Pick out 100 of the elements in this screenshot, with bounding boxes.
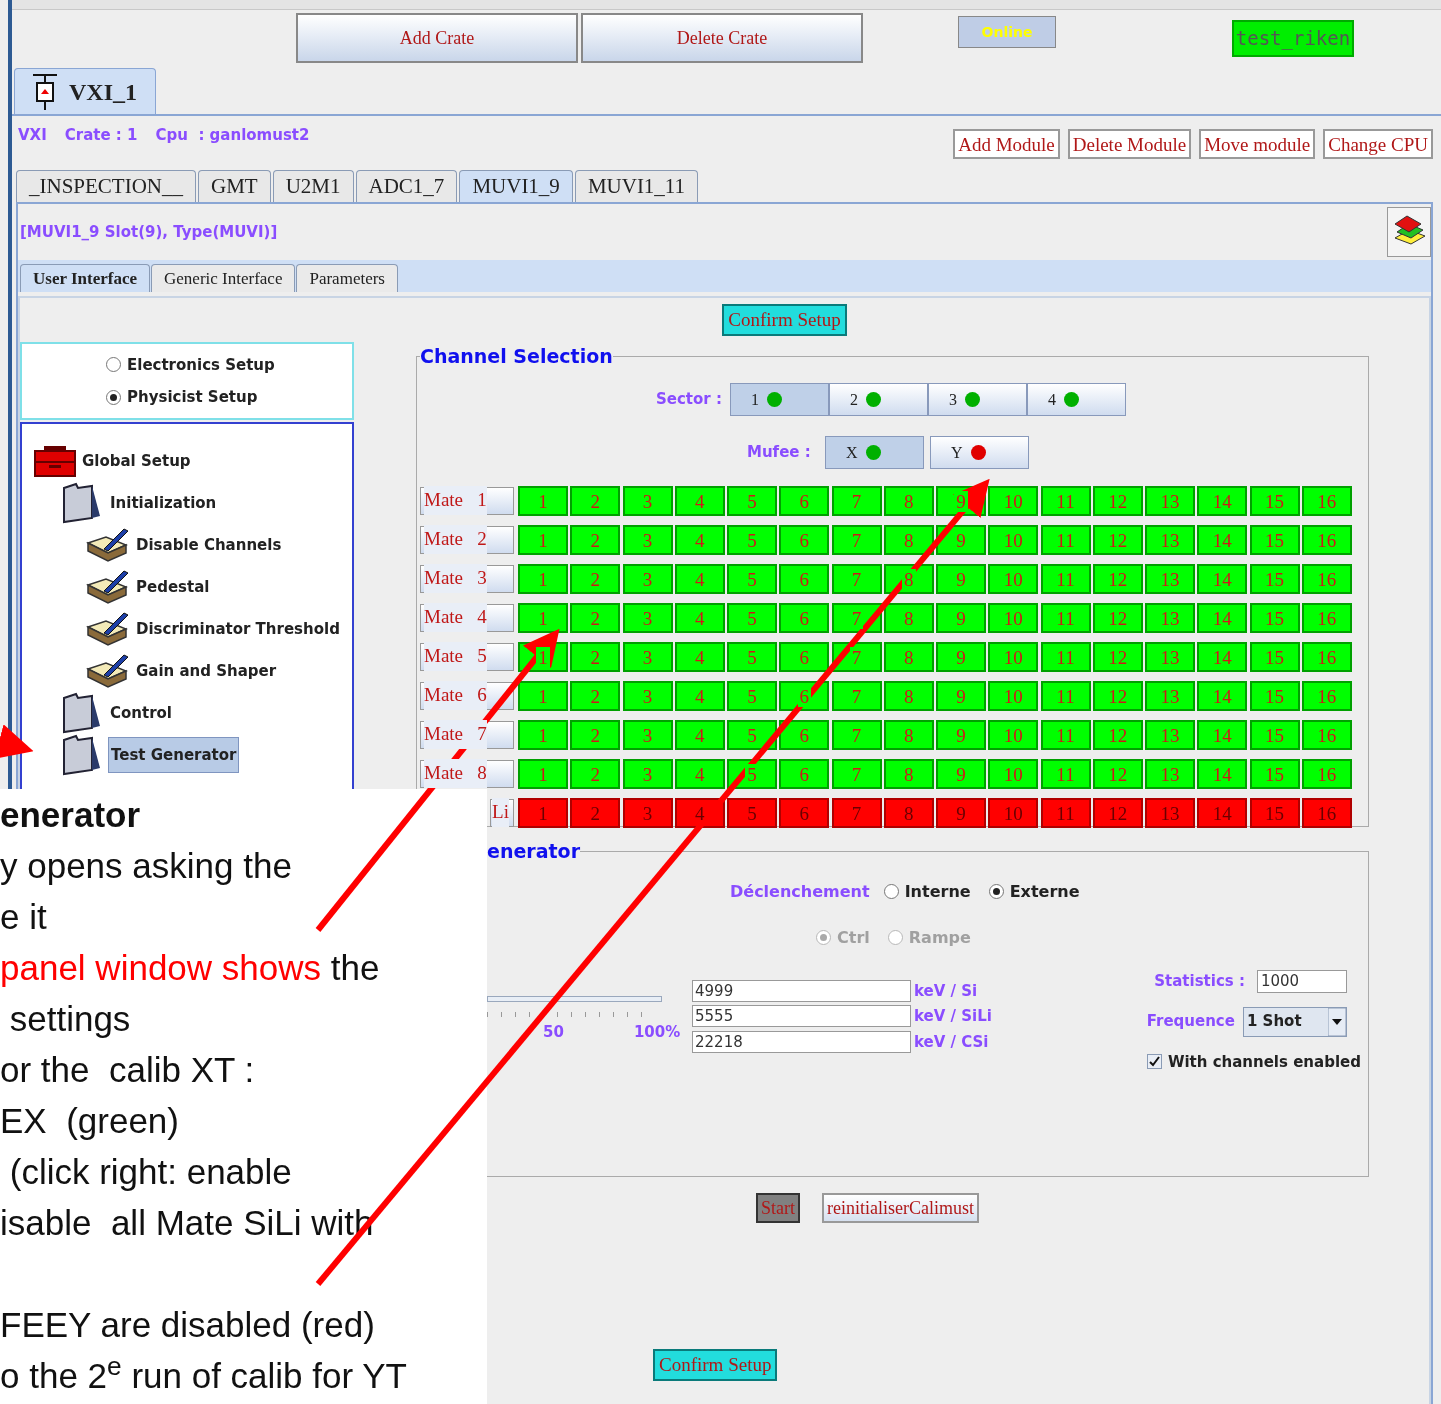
channel-toggle[interactable]: 15 [1249, 797, 1300, 828]
channel-toggle[interactable]: 13 [1145, 602, 1195, 633]
channel-toggle[interactable]: 13 [1145, 563, 1195, 594]
channel-toggle[interactable]: 16 [1301, 602, 1352, 633]
channel-toggle[interactable]: 4 [674, 602, 725, 633]
channel-toggle[interactable]: 1 [518, 758, 568, 789]
channel-toggle[interactable]: 3 [622, 641, 673, 672]
channel-toggle[interactable]: 8 [883, 524, 934, 555]
channel-toggle[interactable]: 4 [674, 563, 725, 594]
channel-toggle[interactable]: 10 [988, 680, 1039, 711]
channel-toggle[interactable]: 4 [674, 680, 725, 711]
mate-row-button[interactable]: Mate 5 [420, 642, 514, 671]
mate-row-button[interactable]: Li [490, 798, 514, 827]
channel-toggle[interactable]: 12 [1092, 563, 1143, 594]
channel-toggle[interactable]: 6 [779, 641, 830, 672]
channel-toggle[interactable]: 7 [831, 758, 882, 789]
channel-toggle[interactable]: 9 [936, 719, 986, 750]
channel-toggle[interactable]: 14 [1197, 680, 1248, 711]
channel-toggle[interactable]: 9 [936, 758, 986, 789]
channel-toggle[interactable]: 3 [622, 758, 673, 789]
channel-toggle[interactable]: 13 [1145, 758, 1195, 789]
mufee-button[interactable]: X [825, 436, 924, 469]
channel-toggle[interactable]: 2 [570, 524, 621, 555]
module-tab[interactable]: GMT [198, 170, 271, 202]
channel-toggle[interactable]: 6 [779, 758, 830, 789]
channel-toggle[interactable]: 12 [1092, 680, 1143, 711]
channel-toggle[interactable]: 9 [936, 797, 986, 828]
tree-item[interactable]: Discriminator Threshold [134, 611, 342, 647]
channel-toggle[interactable]: 12 [1092, 524, 1143, 555]
channel-toggle[interactable]: 2 [570, 797, 621, 828]
channel-toggle[interactable]: 3 [622, 719, 673, 750]
channel-toggle[interactable]: 3 [622, 485, 673, 516]
mate-row-button[interactable]: Mate 8 [420, 759, 514, 788]
channel-toggle[interactable]: 1 [518, 563, 568, 594]
channel-toggle[interactable]: 9 [936, 524, 986, 555]
channel-toggle[interactable]: 6 [779, 680, 830, 711]
channel-toggle[interactable]: 4 [674, 485, 725, 516]
mate-row-button[interactable]: Mate 6 [420, 681, 514, 710]
view-tab[interactable]: Parameters [296, 264, 398, 292]
tree-item[interactable]: Disable Channels [134, 527, 284, 563]
mate-row-button[interactable]: Mate 1 [420, 486, 514, 515]
channel-toggle[interactable]: 13 [1145, 485, 1195, 516]
energy-field[interactable]: 4999 [692, 979, 911, 1002]
channel-toggle[interactable]: 10 [988, 641, 1039, 672]
module-tab[interactable]: ADC1_7 [355, 170, 458, 202]
channel-toggle[interactable]: 11 [1040, 680, 1091, 711]
crate-tab[interactable]: VXI_1 [14, 68, 156, 114]
channel-toggle[interactable]: 14 [1197, 563, 1248, 594]
channel-toggle[interactable]: 14 [1197, 602, 1248, 633]
channel-toggle[interactable]: 2 [570, 680, 621, 711]
radio-button[interactable] [988, 884, 1004, 899]
channel-toggle[interactable]: 12 [1092, 719, 1143, 750]
add-crate-button[interactable]: Add Crate [296, 13, 578, 63]
radio-button[interactable] [106, 357, 121, 373]
channel-toggle[interactable]: 5 [727, 524, 777, 555]
statistics-field[interactable]: 1000 [1256, 969, 1347, 993]
channel-toggle[interactable]: 6 [779, 524, 830, 555]
channel-toggle[interactable]: 12 [1092, 602, 1143, 633]
channel-toggle[interactable]: 16 [1301, 797, 1352, 828]
view-tab[interactable]: User Interface [20, 264, 150, 292]
channel-toggle[interactable]: 9 [936, 563, 986, 594]
channel-toggle[interactable]: 16 [1301, 485, 1352, 516]
channel-toggle[interactable]: 4 [674, 641, 725, 672]
confirm-setup-button[interactable]: Confirm Setup [722, 304, 847, 336]
channel-toggle[interactable]: 12 [1092, 485, 1143, 516]
mate-row-button[interactable]: Mate 7 [420, 720, 514, 749]
channel-toggle[interactable]: 7 [831, 719, 882, 750]
channel-toggle[interactable]: 10 [988, 719, 1039, 750]
channel-toggle[interactable]: 11 [1040, 524, 1091, 555]
channel-toggle[interactable]: 8 [883, 563, 934, 594]
module-tab[interactable]: MUVI1_11 [574, 170, 699, 202]
sector-button[interactable]: 1 [730, 383, 829, 416]
tree-item[interactable]: Pedestal [134, 569, 212, 605]
module-tab[interactable]: MUVI1_9 [459, 170, 573, 202]
sector-button[interactable]: 2 [829, 383, 928, 416]
channel-toggle[interactable]: 11 [1040, 641, 1091, 672]
channel-toggle[interactable]: 10 [988, 485, 1039, 516]
sector-button[interactable]: 4 [1027, 383, 1126, 416]
module-tab[interactable]: U2M1 [272, 170, 354, 202]
channel-toggle[interactable]: 11 [1040, 485, 1091, 516]
channel-toggle[interactable]: 5 [727, 641, 777, 672]
channel-toggle[interactable]: 11 [1040, 719, 1091, 750]
channel-toggle[interactable]: 11 [1040, 797, 1091, 828]
channel-toggle[interactable]: 15 [1249, 680, 1300, 711]
channel-toggle[interactable]: 8 [883, 602, 934, 633]
channel-toggle[interactable]: 15 [1249, 524, 1300, 555]
tree-item[interactable]: Global Setup [80, 443, 193, 479]
channel-toggle[interactable]: 15 [1249, 719, 1300, 750]
channel-toggle[interactable]: 2 [570, 602, 621, 633]
channel-toggle[interactable]: 5 [727, 485, 777, 516]
tree-item[interactable]: Gain and Shaper [134, 653, 279, 689]
tree-item[interactable]: Initialization [108, 485, 219, 521]
channel-toggle[interactable]: 7 [831, 524, 882, 555]
channel-toggle[interactable]: 12 [1092, 641, 1143, 672]
channel-toggle[interactable]: 11 [1040, 602, 1091, 633]
channel-toggle[interactable]: 15 [1249, 485, 1300, 516]
channel-toggle[interactable]: 10 [988, 524, 1039, 555]
channel-toggle[interactable]: 9 [936, 602, 986, 633]
channel-toggle[interactable]: 4 [674, 719, 725, 750]
channel-toggle[interactable]: 5 [727, 602, 777, 633]
